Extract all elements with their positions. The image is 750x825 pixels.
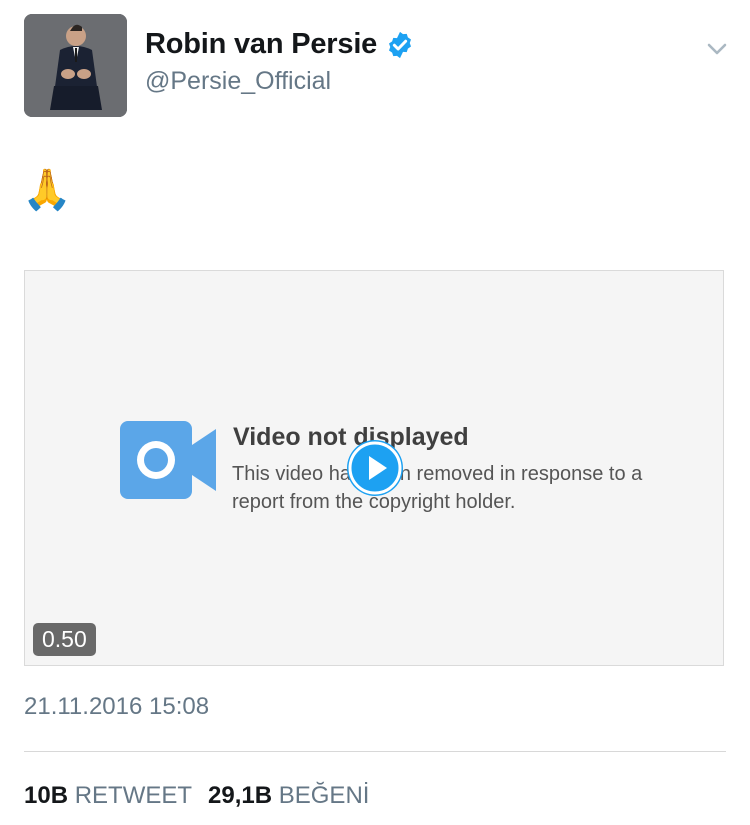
chevron-down-icon[interactable] <box>706 38 728 60</box>
avatar[interactable] <box>24 14 127 117</box>
verified-badge-icon <box>389 31 412 58</box>
retweet-count-label: RETWEET <box>74 782 193 809</box>
video-notice-message: This video has been removed in response … <box>232 463 643 513</box>
like-count-label: BEĞENİ <box>278 782 370 809</box>
retweet-count[interactable]: 10B RETWEET <box>24 782 192 810</box>
retweet-count-value: 10B <box>24 782 69 809</box>
video-player[interactable]: Video not displayed This video has been … <box>24 270 724 666</box>
author-handle[interactable]: @Persie_Official <box>145 67 331 96</box>
divider <box>24 751 726 752</box>
play-icon[interactable] <box>347 440 403 496</box>
video-duration-badge: 0.50 <box>33 623 96 656</box>
video-camera-icon <box>120 421 216 499</box>
author-name-row: Robin van Persie <box>145 28 415 61</box>
like-count-value: 29,1B <box>208 782 273 809</box>
like-count[interactable]: 29,1B BEĞENİ <box>208 782 369 810</box>
tweet-timestamp[interactable]: 21.11.2016 15:08 <box>24 693 209 721</box>
author-display-name[interactable]: Robin van Persie <box>145 28 377 61</box>
tweet-text: 🙏 <box>22 167 72 213</box>
tweet-stats: 10B RETWEET 29,1B BEĞENİ <box>24 782 369 810</box>
